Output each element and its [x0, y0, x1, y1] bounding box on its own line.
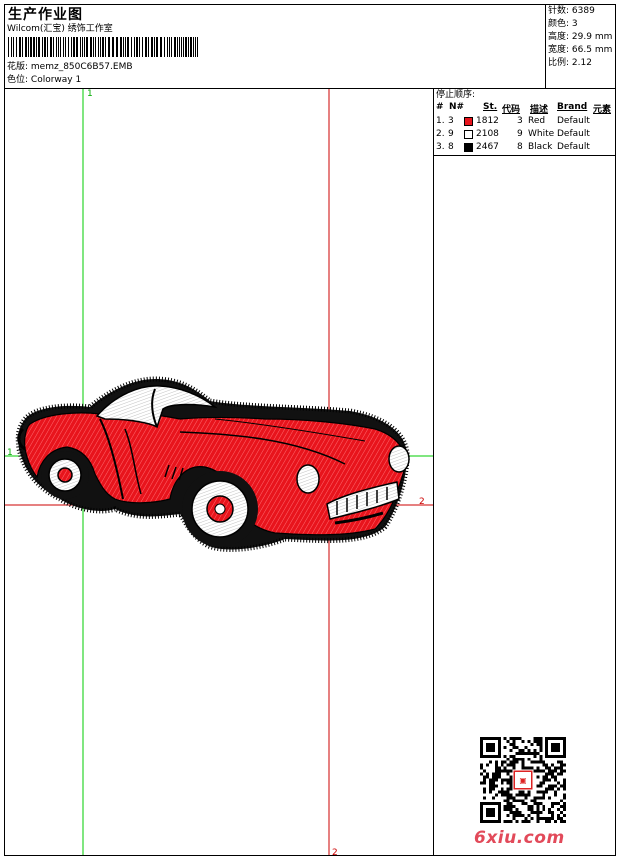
car-embroidery: [15, 376, 410, 552]
thread-color-swatch: [464, 117, 473, 126]
thread-code: 9: [517, 129, 523, 139]
col-element: 元素: [593, 105, 612, 115]
stat-width: 宽度: 66.5 mm: [548, 45, 613, 55]
col-needle: N#: [449, 102, 465, 112]
thread-n: 9: [448, 129, 454, 139]
thread-code: 3: [517, 116, 523, 126]
stat-height: 高度: 29.9 mm: [548, 32, 613, 42]
design-stats: 针数: 6389 颜色: 3 高度: 29.9 mm 宽度: 66.5 mm 比…: [548, 6, 612, 71]
guide-marker-left: 1: [7, 448, 13, 458]
stat-scale: 比例: 2.12: [548, 58, 592, 68]
col-brand: Brand: [557, 102, 588, 112]
thread-row: 3. 8 2467 8 Black Default: [436, 142, 614, 154]
watermark-brand: 6xiu.com: [474, 828, 565, 848]
thread-description: Black: [528, 142, 553, 152]
guide-marker-top: 1: [87, 89, 93, 99]
colorway-label: 色位:: [7, 75, 31, 85]
thread-description: Red: [528, 116, 546, 126]
thread-color-swatch: [464, 130, 473, 139]
software-name: Wilcom(汇宝) 绣饰工作室: [7, 24, 113, 34]
thread-row: 1. 3 1812 3 Red Default: [436, 116, 614, 128]
thread-stitches: 2467: [476, 142, 499, 152]
qr-code: ▣: [480, 737, 566, 823]
stop-sequence-title: 停止顺序:: [436, 90, 476, 100]
file-name: memz_850C6B57.EMB: [30, 62, 133, 72]
thread-table-divider: [434, 155, 616, 156]
colorway-value: Colorway 1: [30, 75, 82, 85]
file-name-line: 花版: memz_850C6B57.EMB: [7, 62, 133, 73]
barcode: [8, 37, 198, 57]
stats-divider: [545, 4, 546, 88]
thread-description: White: [528, 129, 555, 139]
col-description: 描述: [530, 105, 549, 115]
thread-index: 2.: [436, 129, 445, 139]
thread-brand: Default: [557, 116, 590, 126]
col-stitches: St.: [483, 102, 498, 112]
thread-table-header: # N# St. 代码 描述 Brand 元素: [436, 102, 614, 115]
design-canvas: 1 1 2 2: [5, 89, 433, 855]
stat-colors: 颜色: 3: [548, 19, 578, 29]
thread-stitches: 2108: [476, 129, 499, 139]
file-name-label: 花版:: [7, 62, 31, 72]
thread-n: 3: [448, 116, 454, 126]
thread-stitches: 1812: [476, 116, 499, 126]
thread-color-swatch: [464, 143, 473, 152]
thread-index: 3.: [436, 142, 445, 152]
thread-n: 8: [448, 142, 454, 152]
colorway-line: 色位: Colorway 1: [7, 75, 81, 86]
guide-marker-bottom: 2: [332, 848, 338, 855]
guide-marker-right: 2: [419, 497, 425, 507]
page-title: 生产作业图: [8, 7, 83, 23]
col-code: 代码: [502, 105, 521, 115]
svg-text:▣: ▣: [519, 776, 526, 785]
panel-divider: [433, 88, 434, 856]
thread-row: 2. 9 2108 9 White Default: [436, 129, 614, 141]
col-index: #: [436, 102, 444, 112]
stat-stitches: 针数: 6389: [548, 6, 595, 16]
thread-brand: Default: [557, 129, 590, 139]
thread-code: 8: [517, 142, 523, 152]
thread-index: 1.: [436, 116, 445, 126]
thread-brand: Default: [557, 142, 590, 152]
